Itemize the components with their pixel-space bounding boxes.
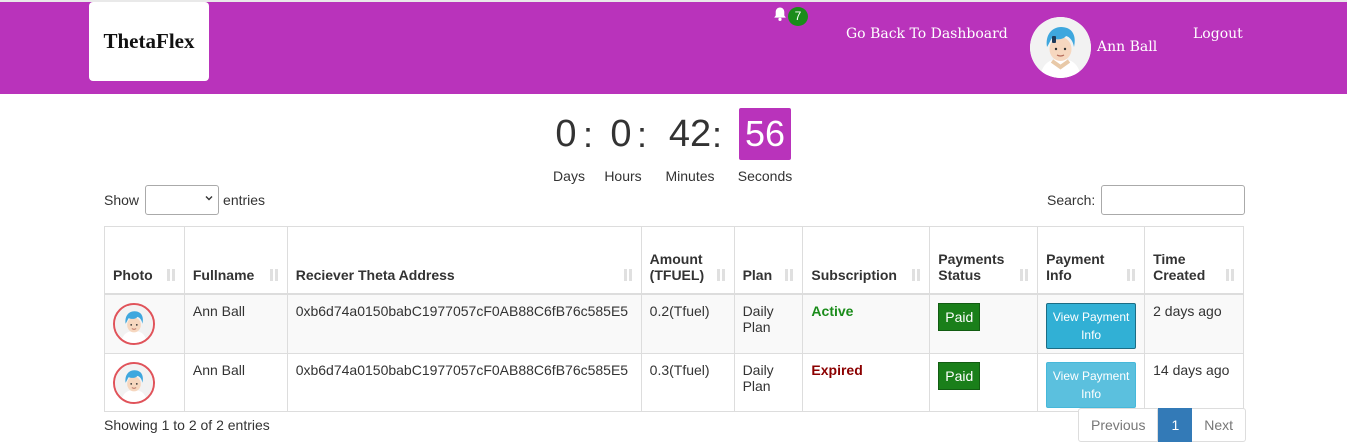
- table-info: Showing 1 to 2 of 2 entries: [104, 417, 270, 433]
- paid-badge: Paid: [938, 362, 981, 390]
- countdown-seconds-label: Seconds: [737, 168, 793, 184]
- subscription-status-expired: Expired: [811, 362, 863, 378]
- cell-photo: [104, 353, 185, 412]
- entries-per-page-select[interactable]: [145, 185, 220, 215]
- view-payment-info-button[interactable]: View Payment Info: [1046, 303, 1137, 349]
- sort-icon: [166, 269, 175, 281]
- user-name-label[interactable]: Ann Ball: [1097, 39, 1157, 55]
- sort-icon: [1127, 269, 1136, 281]
- table-search: Search:: [1047, 185, 1246, 215]
- countdown-minutes-label: Minutes: [665, 168, 715, 184]
- brand-logo-text: ThetaFlex: [103, 29, 195, 53]
- cell-payment-status: Paid: [929, 293, 1039, 354]
- go-back-to-dashboard-link[interactable]: Go Back To Dashboard: [846, 26, 1008, 42]
- pagination-previous[interactable]: Previous: [1078, 408, 1159, 442]
- sort-icon: [716, 269, 725, 281]
- cell-address: 0xb6d74a0150babC1977057cF0AB88C6fB76c585…: [286, 293, 642, 354]
- page-length-control: Show entries: [104, 185, 265, 215]
- cell-subscription: Expired: [802, 353, 931, 412]
- cell-subscription: Active: [802, 293, 931, 354]
- cell-payment-info: View Payment Info: [1037, 353, 1146, 412]
- sort-icon: [269, 269, 278, 281]
- column-header-address[interactable]: Reciever Theta Address: [286, 226, 642, 295]
- cell-payment-status: Paid: [929, 353, 1039, 412]
- chevron-down-icon: [205, 196, 213, 201]
- countdown-separator: :: [712, 114, 723, 155]
- countdown-days-value: 0: [555, 113, 577, 155]
- pagination-page-1[interactable]: 1: [1158, 408, 1193, 442]
- table-header-row: Photo Fullname Reciever Theta Address Am…: [104, 226, 1244, 295]
- countdown-hours-label: Hours: [604, 168, 642, 184]
- column-header-payment-info[interactable]: Payment Info: [1037, 226, 1146, 295]
- sort-icon: [1226, 269, 1234, 281]
- table-row: Ann Ball 0xb6d74a0150babC1977057cF0AB88C…: [104, 293, 1244, 354]
- column-header-amount[interactable]: Amount (TFUEL): [640, 226, 735, 295]
- logout-link[interactable]: Logout: [1193, 26, 1243, 42]
- sort-icon: [1020, 269, 1029, 281]
- search-input[interactable]: [1101, 185, 1246, 215]
- cell-fullname: Ann Ball: [183, 353, 288, 412]
- search-label: Search:: [1047, 192, 1096, 208]
- view-payment-info-button[interactable]: View Payment Info: [1046, 362, 1137, 408]
- cell-amount: 0.2(Tfuel): [640, 293, 735, 354]
- brand-logo[interactable]: ThetaFlex: [89, 2, 209, 81]
- countdown-separator: :: [583, 114, 594, 155]
- entries-label: entries: [223, 192, 266, 208]
- column-header-time-created[interactable]: Time Created: [1144, 226, 1244, 295]
- row-avatar-image: [115, 305, 153, 343]
- subscription-countdown: 0 Days : 0 Hours : 42 Minutes : 56 Secon…: [0, 108, 1347, 188]
- pagination-next[interactable]: Next: [1192, 408, 1247, 442]
- column-header-plan[interactable]: Plan: [733, 226, 804, 295]
- column-header-fullname[interactable]: Fullname: [183, 226, 288, 295]
- countdown-hours: 0 Hours: [604, 108, 641, 184]
- notification-count-badge: 7: [788, 7, 808, 26]
- countdown-days-label: Days: [553, 168, 585, 184]
- row-avatar: [113, 362, 155, 404]
- user-avatar[interactable]: [1030, 17, 1091, 78]
- paid-badge: Paid: [938, 303, 981, 331]
- table-row: Ann Ball 0xb6d74a0150babC1977057cF0AB88C…: [104, 353, 1244, 412]
- user-avatar-image: [1030, 17, 1091, 78]
- cell-time-created: 14 days ago: [1144, 353, 1244, 412]
- cell-payment-info: View Payment Info: [1037, 293, 1146, 354]
- cell-amount: 0.3(Tfuel): [640, 353, 735, 412]
- cell-photo: [104, 293, 185, 354]
- pagination: Previous 1 Next: [1078, 408, 1247, 442]
- subscription-status-active: Active: [811, 303, 854, 319]
- row-avatar: [113, 303, 155, 345]
- row-avatar-image: [115, 364, 153, 402]
- column-header-subscription[interactable]: Subscription: [802, 226, 931, 295]
- countdown-separator: :: [637, 114, 648, 155]
- bell-icon[interactable]: [772, 6, 788, 22]
- cell-fullname: Ann Ball: [183, 293, 288, 354]
- countdown-seconds: 56 Seconds: [730, 108, 800, 184]
- countdown-seconds-value: 56: [739, 108, 791, 160]
- cell-time-created: 2 days ago: [1144, 293, 1244, 354]
- cell-plan: Daily Plan: [733, 353, 804, 412]
- top-navbar: ThetaFlex 7 Go Back To Dashboard Ann Bal…: [0, 0, 1347, 94]
- sort-icon: [912, 269, 921, 281]
- show-label: Show: [104, 192, 140, 208]
- sort-icon: [785, 269, 794, 281]
- column-header-photo[interactable]: Photo: [104, 226, 185, 295]
- cell-plan: Daily Plan: [733, 293, 804, 354]
- column-header-payments-status[interactable]: Payments Status: [929, 226, 1039, 295]
- sort-icon: [623, 269, 632, 281]
- subscriptions-table: Photo Fullname Reciever Theta Address Am…: [104, 226, 1244, 412]
- countdown-days: 0 Days: [551, 108, 585, 184]
- countdown-hours-value: 0: [610, 113, 632, 155]
- cell-address: 0xb6d74a0150babC1977057cF0AB88C6fB76c585…: [286, 353, 642, 412]
